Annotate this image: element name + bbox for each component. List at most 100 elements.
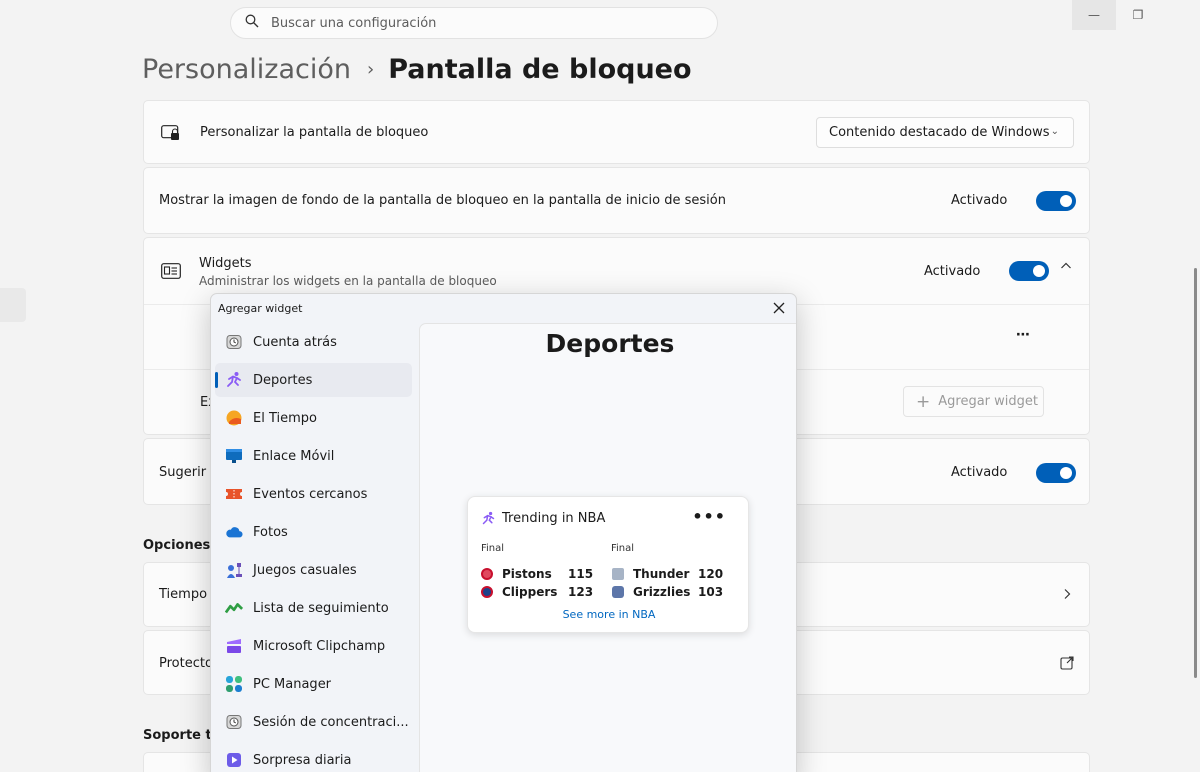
game2-team1: Thunder — [612, 567, 689, 581]
clippers-logo-icon — [481, 586, 493, 598]
search-input[interactable] — [271, 15, 671, 31]
widget-item-casual-games[interactable]: Juegos casuales — [215, 553, 412, 587]
screensaver-label: Protecto — [159, 656, 213, 671]
widget-preview-pane: Deportes Trending in NBA ••• Final Pisto… — [419, 323, 796, 772]
background-state: Activado — [951, 193, 1008, 208]
phone-link-icon — [225, 447, 243, 465]
close-window-button[interactable] — [1160, 0, 1200, 30]
preview-title: Deportes — [545, 329, 675, 358]
widget-item-label: Fotos — [253, 524, 288, 540]
add-widget-button[interactable]: + Agregar widget — [903, 386, 1044, 417]
widget-item-pc-manager[interactable]: PC Manager — [215, 667, 412, 701]
restore-icon: ❐ — [1132, 8, 1144, 22]
breadcrumb: Personalización › Pantalla de bloqueo — [142, 54, 692, 85]
search-icon — [245, 14, 259, 32]
scrollbar[interactable] — [1194, 268, 1197, 678]
widget-item-countdown[interactable]: Cuenta atrás — [215, 325, 412, 359]
widget-item-label: PC Manager — [253, 676, 332, 692]
pc-manager-icon — [225, 675, 243, 693]
sports-runner-icon — [481, 511, 496, 526]
dialog-title: Agregar widget — [218, 302, 303, 315]
game2-status: Final — [611, 543, 635, 554]
widget-item-photos[interactable]: Fotos — [215, 515, 412, 549]
background-card: Mostrar la imagen de fondo de la pantall… — [143, 167, 1090, 234]
widget-item-focus-session[interactable]: Sesión de concentraci... — [215, 705, 412, 739]
game2-team2: Grizzlies — [612, 585, 690, 599]
nba-title: Trending in NBA — [502, 511, 606, 526]
page-title: Pantalla de bloqueo — [388, 54, 692, 85]
minimize-button[interactable]: — — [1072, 0, 1116, 30]
close-icon — [773, 302, 785, 314]
nba-widget-card[interactable]: Trending in NBA ••• Final Pistons 115 Cl… — [467, 496, 749, 633]
ticket-icon — [225, 485, 243, 503]
lock-screen-dropdown[interactable]: Contenido destacado de Windows ⌄ — [816, 117, 1074, 148]
clipchamp-icon — [225, 637, 243, 655]
pistons-logo-icon — [481, 568, 493, 580]
selection-indicator — [215, 372, 218, 388]
widget-item-label: Cuenta atrás — [253, 334, 337, 350]
widget-more-icon[interactable]: ⋯ — [1016, 327, 1030, 343]
widget-item-label: Enlace Móvil — [253, 448, 335, 464]
widget-item-weather[interactable]: El Tiempo — [215, 401, 412, 435]
grizzlies-logo-icon — [612, 586, 624, 598]
widget-item-label: Juegos casuales — [253, 562, 357, 578]
nba-header: Trending in NBA — [481, 511, 605, 526]
widget-item-label: Lista de seguimiento — [253, 600, 389, 616]
see-more-link[interactable]: See more in NBA — [468, 608, 750, 621]
suggest-toggle[interactable] — [1036, 463, 1076, 483]
widget-item-label: Sorpresa diaria — [253, 752, 352, 768]
nav-pane-edge[interactable] — [0, 288, 26, 322]
game2-score1: 120 — [698, 567, 724, 581]
widget-item-label: Deportes — [253, 372, 313, 388]
widgets-icon — [161, 263, 181, 283]
weather-sun-icon — [225, 409, 243, 427]
widget-item-clipchamp[interactable]: Microsoft Clipchamp — [215, 629, 412, 663]
background-toggle[interactable] — [1036, 191, 1076, 211]
chevron-down-icon: ⌄ — [1050, 126, 1059, 137]
widget-item-sports[interactable]: Deportes — [215, 363, 412, 397]
restore-button[interactable]: ❐ — [1116, 0, 1160, 30]
widgets-title: Widgets — [199, 256, 252, 271]
widget-item-label: El Tiempo — [253, 410, 317, 426]
widget-item-daily-surprise[interactable]: Sorpresa diaria — [215, 743, 412, 772]
thunder-logo-icon — [612, 568, 624, 580]
chevron-up-icon[interactable] — [1060, 260, 1072, 276]
breadcrumb-separator: › — [366, 59, 375, 80]
widget-item-label: Eventos cercanos — [253, 486, 368, 502]
chess-icon — [225, 561, 243, 579]
widgets-toggle[interactable] — [1009, 261, 1049, 281]
widget-item-phone-link[interactable]: Enlace Móvil — [215, 439, 412, 473]
game2-score2: 103 — [698, 585, 724, 599]
chevron-right-icon — [1062, 588, 1072, 604]
game1-score1: 115 — [568, 567, 594, 581]
widget-item-events[interactable]: Eventos cercanos — [215, 477, 412, 511]
search-box[interactable] — [230, 7, 718, 39]
suggest-state: Activado — [951, 465, 1008, 480]
lock-screen-label: Personalizar la pantalla de bloqueo — [200, 125, 429, 140]
stocks-icon — [225, 599, 243, 617]
timer-icon — [225, 333, 243, 351]
background-label: Mostrar la imagen de fondo de la pantall… — [159, 193, 726, 208]
widget-item-watchlist[interactable]: Lista de seguimiento — [215, 591, 412, 625]
plus-icon: + — [916, 391, 931, 412]
breadcrumb-parent[interactable]: Personalización — [142, 54, 351, 85]
nba-menu-icon[interactable]: ••• — [692, 507, 726, 526]
cloud-icon — [225, 523, 243, 541]
dropdown-value: Contenido destacado de Windows — [829, 125, 1050, 140]
minimize-icon: — — [1088, 8, 1100, 22]
add-widget-dialog: Agregar widget Cuenta atrás Deportes El … — [210, 293, 797, 772]
widgets-subtitle: Administrar los widgets en la pantalla d… — [199, 274, 497, 288]
game1-team2: Clippers — [481, 585, 557, 599]
game1-score2: 123 — [568, 585, 594, 599]
add-widget-label: Agregar widget — [938, 394, 1038, 409]
dialog-close-button[interactable] — [773, 299, 785, 318]
daily-surprise-icon — [225, 751, 243, 769]
widgets-state: Activado — [924, 264, 981, 279]
sports-runner-icon — [225, 371, 243, 389]
focus-timer-icon — [225, 713, 243, 731]
widget-item-label: Sesión de concentraci... — [253, 714, 409, 730]
widget-item-label: Microsoft Clipchamp — [253, 638, 386, 654]
game1-status: Final — [481, 543, 505, 554]
timeout-label: Tiempo — [159, 587, 208, 602]
open-external-icon — [1060, 656, 1074, 674]
